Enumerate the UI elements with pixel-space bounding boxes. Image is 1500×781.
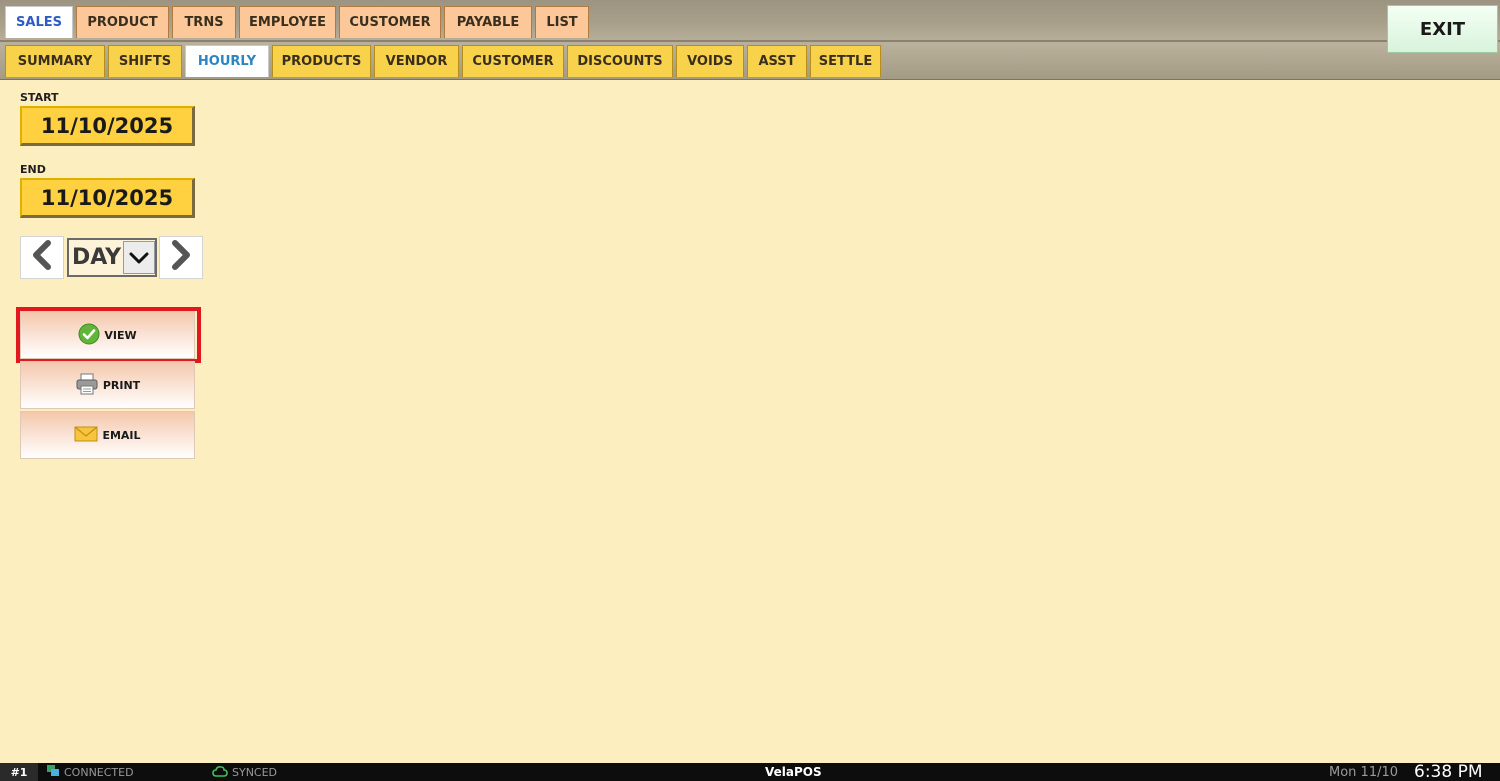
- network-icon: [46, 764, 60, 781]
- tab-asst[interactable]: ASST: [747, 45, 807, 77]
- cloud-icon: [212, 765, 228, 780]
- period-select[interactable]: DAY: [67, 238, 157, 277]
- print-button-label: PRINT: [102, 378, 141, 392]
- tab-payable[interactable]: PAYABLE: [444, 6, 532, 38]
- next-period-button[interactable]: [159, 236, 203, 279]
- tab-list[interactable]: LIST: [535, 6, 589, 38]
- connection-status: CONNECTED: [46, 763, 134, 781]
- tab-sales[interactable]: SALES: [5, 6, 73, 38]
- tab-product[interactable]: PRODUCT: [76, 6, 169, 38]
- view-button-label: VIEW: [104, 328, 137, 342]
- envelope-icon: [74, 425, 98, 446]
- exit-button[interactable]: EXIT: [1387, 5, 1498, 53]
- status-time: 6:38 PM: [1414, 762, 1483, 781]
- chevron-right-icon: [170, 240, 192, 275]
- connection-status-text: CONNECTED: [64, 765, 134, 779]
- print-button[interactable]: PRINT: [20, 361, 195, 409]
- start-date-button[interactable]: 11/10/2025: [20, 106, 195, 146]
- secondary-tab-row: SUMMARY SHIFTS HOURLY PRODUCTS VENDOR CU…: [5, 45, 884, 77]
- tab-employee[interactable]: EMPLOYEE: [239, 6, 336, 38]
- view-button[interactable]: VIEW: [20, 311, 195, 359]
- chevron-left-icon: [31, 240, 53, 275]
- tab-customer[interactable]: CUSTOMER: [339, 6, 441, 38]
- primary-tab-row: SALES PRODUCT TRNS EMPLOYEE CUSTOMER PAY…: [5, 6, 592, 38]
- end-date-button[interactable]: 11/10/2025: [20, 178, 195, 218]
- tab-vendor[interactable]: VENDOR: [374, 45, 459, 77]
- period-select-value: DAY: [72, 245, 122, 270]
- tab-row-divider: [0, 40, 1500, 42]
- chevron-down-icon[interactable]: [123, 241, 155, 274]
- status-bar: #1 CONNECTED SYNCED Vela POS Mon 11/10 6:…: [0, 762, 1500, 781]
- sync-status-text: SYNCED: [232, 765, 278, 779]
- brand-suffix: POS: [793, 765, 822, 779]
- tab-hourly[interactable]: HOURLY: [185, 45, 269, 77]
- app-brand: Vela POS: [765, 763, 822, 781]
- tab-voids[interactable]: VOIDS: [676, 45, 744, 77]
- tab-trns[interactable]: TRNS: [172, 6, 236, 38]
- tab-products[interactable]: PRODUCTS: [272, 45, 371, 77]
- email-button[interactable]: EMAIL: [20, 411, 195, 459]
- check-circle-icon: [78, 323, 100, 348]
- brand-prefix: Vela: [765, 765, 794, 779]
- previous-period-button[interactable]: [20, 236, 64, 279]
- status-date: Mon 11/10: [1329, 764, 1399, 780]
- tab-discounts[interactable]: DISCOUNTS: [567, 45, 673, 77]
- sync-status: SYNCED: [212, 763, 277, 781]
- terminal-number: #1: [0, 763, 38, 781]
- tab-settle[interactable]: SETTLE: [810, 45, 881, 77]
- tab-summary[interactable]: SUMMARY: [5, 45, 105, 77]
- tab-customer-report[interactable]: CUSTOMER: [462, 45, 564, 77]
- end-label: END: [20, 163, 46, 176]
- start-label: START: [20, 91, 59, 104]
- printer-icon: [75, 372, 99, 399]
- email-button-label: EMAIL: [102, 428, 141, 442]
- tab-shifts[interactable]: SHIFTS: [108, 45, 182, 77]
